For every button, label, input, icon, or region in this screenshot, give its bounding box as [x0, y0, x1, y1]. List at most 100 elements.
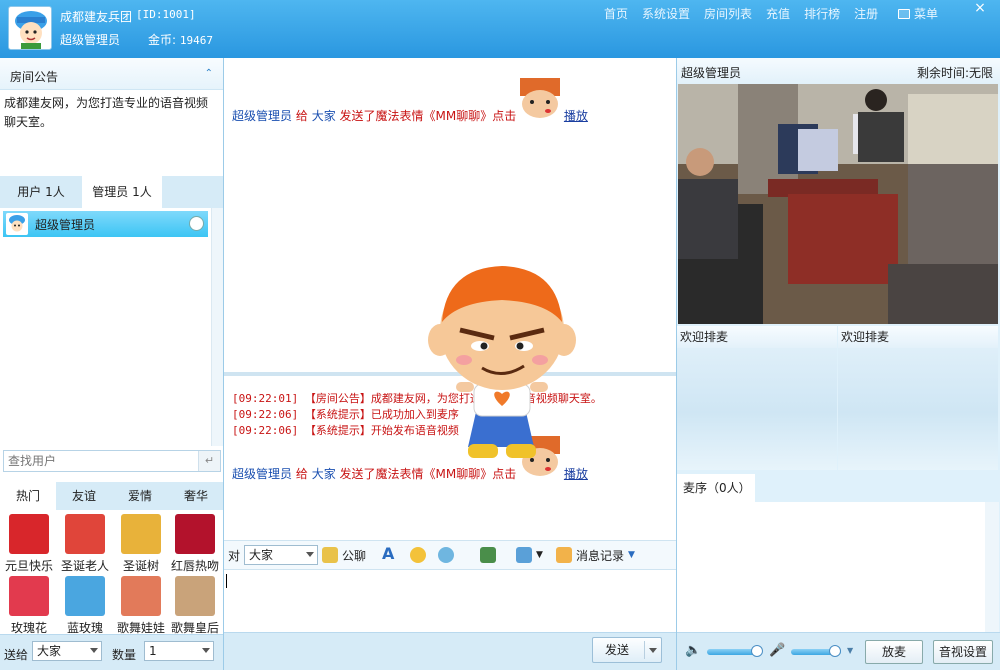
menu-label: 菜单	[914, 7, 939, 21]
gift-item[interactable]: 玫瑰花	[2, 574, 56, 636]
right-panel: 超级管理员 剩余时间:无限 欢迎排麦 欢迎排麦 麦序（0人） 🔈 🎤 ▼ 放麦 …	[676, 58, 1000, 670]
user-tabs: 用户 1人 管理员 1人	[0, 176, 223, 208]
search-input[interactable]	[4, 451, 194, 471]
gift-image	[121, 514, 161, 554]
gift-item[interactable]: 圣诞树	[114, 512, 168, 574]
mic-order-scrollbar[interactable]	[985, 502, 999, 632]
notice-title: 房间公告	[10, 70, 59, 84]
gift-send-bar: 送给 大家 数量 1	[0, 634, 223, 670]
tab-admins[interactable]: 管理员 1人	[82, 176, 162, 208]
release-mic-button[interactable]: 放麦	[865, 640, 923, 664]
gift-item[interactable]: 圣诞老人	[58, 512, 112, 574]
message-history-button[interactable]: 消息记录	[576, 547, 624, 564]
search-enter-icon[interactable]: ↵	[198, 451, 220, 471]
nav-register[interactable]: 注册	[854, 5, 878, 22]
chat-message: 超级管理员 给 大家 发送了魔法表情《MM聊聊》点击 播放	[232, 465, 588, 482]
chevron-down-icon[interactable]	[649, 648, 657, 653]
mic-volume-knob[interactable]	[829, 645, 841, 657]
avatar	[6, 213, 28, 235]
title-bar: 成都建友兵团 [ID:1001] 超级管理员 金币: 19467 首页 系统设置…	[0, 0, 1000, 58]
quantity-select[interactable]: 1	[144, 641, 214, 661]
room-name: 成都建友兵团	[60, 10, 133, 24]
message-sender[interactable]: 超级管理员	[232, 467, 292, 481]
send-label: 发送	[605, 643, 630, 657]
chat-to-label: 对	[228, 549, 241, 563]
tab-gift-hot[interactable]: 热门	[0, 482, 56, 510]
gift-item[interactable]: 歌舞皇后	[168, 574, 222, 636]
video-user: 超级管理员	[681, 66, 742, 80]
nav-recharge[interactable]: 充值	[766, 5, 790, 22]
tab-gift-love[interactable]: 爱情	[112, 482, 168, 510]
message-verb: 给	[295, 467, 308, 481]
chevron-down-icon[interactable]: ▼	[536, 550, 543, 560]
gift-image	[175, 576, 215, 616]
gift-name: 圣诞老人	[60, 559, 109, 573]
chevron-down-icon[interactable]: ▼	[628, 550, 635, 560]
mic-slot-1[interactable]: 欢迎排麦	[677, 326, 837, 470]
close-button[interactable]: ×	[970, 0, 990, 18]
font-icon[interactable]: A	[382, 544, 394, 563]
user-row[interactable]: 超级管理员	[3, 211, 208, 237]
gift-image	[65, 514, 105, 554]
public-chat-toggle[interactable]: 公聊	[342, 547, 366, 564]
play-link[interactable]: 播放	[564, 467, 588, 481]
chat-toolbar: 对 大家 公聊 A ▼ 消息记录 ▼	[224, 540, 676, 570]
send-button[interactable]: 发送	[592, 637, 662, 663]
message-target[interactable]: 大家	[312, 467, 336, 481]
emoji-icon[interactable]	[410, 547, 426, 563]
message-time: [09:22:06]	[232, 424, 299, 437]
tab-gift-luxury[interactable]: 奢华	[168, 482, 224, 510]
lock-icon[interactable]	[322, 547, 338, 563]
room-avatar[interactable]	[8, 6, 52, 50]
gift-item[interactable]: 蓝玫瑰	[58, 574, 112, 636]
chat-target-select[interactable]: 大家	[244, 545, 318, 565]
gift-image	[9, 576, 49, 616]
video-header: 超级管理员 剩余时间:无限	[677, 58, 1000, 84]
tab-gift-friendship[interactable]: 友谊	[56, 482, 112, 510]
notice-header: 房间公告 ⌃	[0, 58, 223, 90]
gift-image	[9, 514, 49, 554]
video-feed[interactable]	[678, 84, 998, 324]
message-verb: 给	[295, 109, 308, 123]
mic-slot-2[interactable]: 欢迎排麦	[838, 326, 998, 470]
message-input[interactable]	[224, 570, 676, 632]
magic-emoji-icon[interactable]	[438, 547, 454, 563]
send-to-select[interactable]: 大家	[32, 641, 102, 661]
gift-item[interactable]: 红唇热吻	[168, 512, 222, 574]
gift-image	[121, 576, 161, 616]
gift-item[interactable]: 元旦快乐	[2, 512, 56, 574]
av-footer: 🔈 🎤 ▼ 放麦 音视设置	[677, 632, 1000, 670]
tab-mic-order[interactable]: 麦序（0人）	[677, 474, 755, 502]
send-to-value: 大家	[37, 644, 62, 658]
speaker-icon[interactable]: 🔈	[685, 643, 701, 658]
speech-icon[interactable]	[516, 547, 532, 563]
user-name: 超级管理员	[35, 217, 96, 232]
tab-users[interactable]: 用户 1人	[0, 176, 82, 208]
nav-leaderboard[interactable]: 排行榜	[804, 5, 840, 22]
menu-button[interactable]: 菜单	[898, 5, 938, 22]
av-settings-button[interactable]: 音视设置	[933, 640, 993, 664]
send-to-label: 送给	[4, 648, 29, 662]
message-target[interactable]: 大家	[312, 109, 336, 123]
message-time: [09:22:01]	[232, 392, 299, 405]
collapse-icon[interactable]: ⌃	[205, 68, 213, 79]
nav-room-list[interactable]: 房间列表	[704, 5, 752, 22]
speaker-volume-knob[interactable]	[751, 645, 763, 657]
speaker-volume-slider[interactable]	[707, 649, 757, 655]
nav-home[interactable]: 首页	[604, 5, 628, 22]
chevron-down-icon[interactable]: ▼	[847, 646, 853, 655]
user-list-scrollbar[interactable]	[211, 208, 223, 446]
gift-image	[65, 576, 105, 616]
message-time: [09:22:06]	[232, 408, 299, 421]
microphone-icon	[189, 216, 204, 231]
history-icon[interactable]	[556, 547, 572, 563]
gift-item[interactable]: 歌舞娃娃	[114, 574, 168, 636]
gift-name: 圣诞树	[122, 559, 159, 573]
current-user-role: 超级管理员	[60, 33, 121, 47]
play-link[interactable]: 播放	[564, 109, 588, 123]
image-icon[interactable]	[480, 547, 496, 563]
microphone-icon[interactable]: 🎤	[769, 643, 785, 658]
message-sender[interactable]: 超级管理员	[232, 109, 292, 123]
nav-system-settings[interactable]: 系统设置	[642, 5, 690, 22]
coins-value: 19467	[179, 34, 213, 47]
